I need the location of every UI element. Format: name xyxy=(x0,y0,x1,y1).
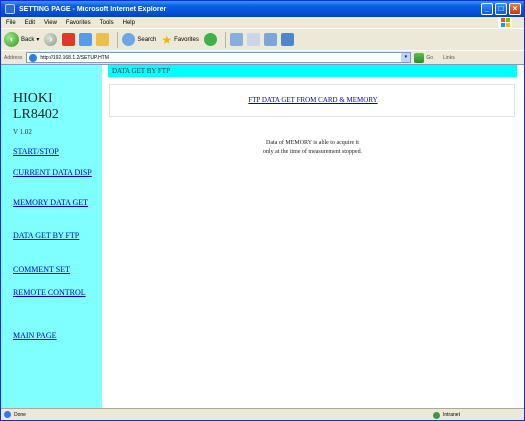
ie-icon xyxy=(5,4,15,14)
sidebar: HIOKI LR8402 V 1.02 START/STOP CURRENT D… xyxy=(1,65,102,409)
window-title: SETTING PAGE - Microsoft Internet Explor… xyxy=(19,5,167,13)
intranet-icon xyxy=(433,411,440,419)
nav-link-main-page[interactable]: MAIN PAGE xyxy=(13,331,93,340)
browser-window: SETTING PAGE - Microsoft Internet Explor… xyxy=(0,0,525,421)
toolbar-separator xyxy=(224,31,226,48)
edit-icon[interactable] xyxy=(280,33,294,46)
page-icon xyxy=(29,53,38,62)
address-input[interactable]: http://192.168.1.2/SETUP.HTM ▾ xyxy=(26,52,412,63)
page-status-icon xyxy=(4,411,11,418)
nav-link-memory-data-get[interactable]: MEMORY DATA GET xyxy=(13,198,93,207)
brand-line-1: HIOKI xyxy=(13,91,53,106)
mail-icon[interactable] xyxy=(246,33,260,46)
menu-bar: File Edit View Favorites Tools Help xyxy=(1,17,524,28)
security-zone: Intranet xyxy=(433,410,460,420)
minimize-button[interactable]: _ xyxy=(481,3,493,15)
go-button[interactable]: Go xyxy=(426,55,433,61)
nav-link-remote-control[interactable]: REMOTE CONTROL xyxy=(13,288,93,297)
favorites-button[interactable]: ★ Favorites xyxy=(161,33,198,47)
back-label: Back xyxy=(21,36,35,43)
search-label: Search xyxy=(137,36,157,43)
nav-link-comment-set[interactable]: COMMENT SET xyxy=(13,265,93,274)
maximize-button[interactable]: □ xyxy=(495,3,507,15)
version-label: V 1.02 xyxy=(13,128,32,136)
favorites-label: Favorites xyxy=(174,36,199,43)
note-line-1: Data of MEMORY is able to acquire it xyxy=(266,140,359,146)
main-panel: DATA GET BY FTP FTP DATA GET FROM CARD &… xyxy=(102,65,523,409)
search-button[interactable]: Search xyxy=(122,33,156,46)
brand-title: HIOKI LR8402 xyxy=(13,91,59,123)
page-title: DATA GET BY FTP xyxy=(108,65,517,77)
refresh-icon[interactable] xyxy=(79,33,93,46)
windows-logo-icon xyxy=(498,17,512,28)
media-icon[interactable] xyxy=(203,33,217,46)
zone-label: Intranet xyxy=(443,412,460,418)
toolbar: ‹ Back ▾ › Search ★ Favorites xyxy=(1,28,524,50)
search-icon xyxy=(122,33,136,46)
close-button[interactable]: × xyxy=(509,3,521,15)
print-icon[interactable] xyxy=(263,33,277,46)
forward-button[interactable]: › xyxy=(44,33,58,46)
back-arrow-icon: ‹ xyxy=(4,32,19,47)
links-label[interactable]: Links xyxy=(443,55,455,61)
go-arrow-icon[interactable] xyxy=(414,52,425,63)
forward-arrow-icon: › xyxy=(44,33,58,46)
menu-tools[interactable]: Tools xyxy=(100,20,114,26)
address-url: http://192.168.1.2/SETUP.HTM xyxy=(40,54,109,61)
back-button[interactable]: ‹ Back ▾ xyxy=(4,32,39,47)
note-line-2: only at the time of measurement stopped. xyxy=(262,149,363,155)
menu-help[interactable]: Help xyxy=(123,20,135,26)
menu-edit[interactable]: Edit xyxy=(25,20,35,26)
nav-link-start-stop[interactable]: START/STOP xyxy=(13,147,93,156)
chevron-down-icon[interactable]: ▾ xyxy=(401,53,411,62)
menu-view[interactable]: View xyxy=(44,20,57,26)
status-bar: Done Intranet xyxy=(1,408,524,420)
toolbar-separator xyxy=(117,31,119,48)
stop-icon[interactable] xyxy=(62,33,76,46)
menu-file[interactable]: File xyxy=(6,20,16,26)
star-icon: ★ xyxy=(161,32,173,47)
menu-favorites[interactable]: Favorites xyxy=(66,20,91,26)
history-icon[interactable] xyxy=(229,33,243,46)
nav-link-current-data-disp[interactable]: CURRENT DATA DISP xyxy=(13,168,93,177)
brand-line-2: LR8402 xyxy=(13,107,59,122)
address-label: Address xyxy=(4,54,23,61)
home-icon[interactable] xyxy=(96,33,110,46)
title-bar: SETTING PAGE - Microsoft Internet Explor… xyxy=(1,1,524,17)
ftp-link-box: FTP DATA GET FROM CARD & MEMORY xyxy=(109,84,515,117)
address-bar: Address http://192.168.1.2/SETUP.HTM ▾ G… xyxy=(1,50,524,64)
status-text: Done xyxy=(14,411,26,418)
ftp-data-get-link[interactable]: FTP DATA GET FROM CARD & MEMORY xyxy=(110,96,516,104)
nav-link-data-get-by-ftp[interactable]: DATA GET BY FTP xyxy=(13,231,93,240)
page-content: HIOKI LR8402 V 1.02 START/STOP CURRENT D… xyxy=(1,64,524,409)
